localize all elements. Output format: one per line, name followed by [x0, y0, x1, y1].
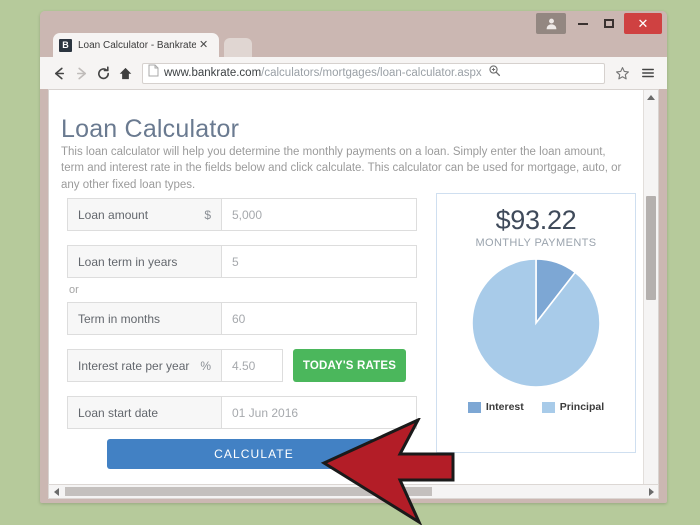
- reload-icon[interactable]: [92, 62, 114, 84]
- input-loan-term-years[interactable]: 5: [221, 245, 417, 278]
- input-loan-amount[interactable]: 5,000: [221, 198, 417, 231]
- field-loan-amount: Loan amount $ 5,000: [67, 198, 417, 231]
- browser-toolbar: www.bankrate.com/calculators/mortgages/l…: [40, 57, 667, 89]
- scroll-up-arrow-icon[interactable]: [644, 90, 658, 104]
- page-document-icon: [148, 64, 159, 82]
- star-icon[interactable]: [611, 62, 633, 84]
- address-bar[interactable]: www.bankrate.com/calculators/mortgages/l…: [142, 62, 605, 84]
- field-label-term-in-months: Term in months: [67, 302, 221, 335]
- legend-item-interest: Interest: [467, 401, 524, 413]
- field-interest-rate: Interest rate per year % 4.50 TODAY'S RA…: [67, 349, 417, 382]
- forward-arrow-icon[interactable]: [70, 62, 92, 84]
- tab-strip: B Loan Calculator - Bankrate ✕: [40, 31, 667, 57]
- scroll-right-arrow-icon[interactable]: [644, 485, 658, 498]
- input-interest-rate[interactable]: 4.50: [221, 349, 283, 382]
- label-text: Interest rate per year: [78, 358, 190, 373]
- minimize-icon: [578, 22, 588, 25]
- todays-rates-button[interactable]: TODAY'S RATES: [293, 349, 406, 382]
- or-divider: or: [69, 284, 79, 296]
- monthly-payment-amount: $93.22: [495, 205, 577, 235]
- tab-favicon-icon: B: [59, 38, 72, 52]
- back-arrow-icon[interactable]: [48, 62, 70, 84]
- loan-form: Loan amount $ 5,000 Loan term in years 5…: [67, 198, 417, 443]
- page-title: Loan Calculator: [61, 114, 240, 143]
- vertical-scrollbar[interactable]: [643, 90, 658, 496]
- label-text: Loan start date: [78, 405, 159, 420]
- hamburger-menu-icon[interactable]: [637, 62, 659, 84]
- input-loan-start-date[interactable]: 01 Jun 2016: [221, 396, 417, 429]
- field-loan-start-date: Loan start date 01 Jun 2016: [67, 396, 417, 429]
- page-content: Loan Calculator This loan calculator wil…: [49, 90, 644, 496]
- new-tab-button[interactable]: [224, 38, 252, 57]
- legend-swatch-principal: [541, 401, 555, 413]
- field-loan-term-years: Loan term in years 5: [67, 245, 417, 278]
- legend-swatch-interest: [467, 401, 481, 413]
- home-icon[interactable]: [114, 62, 136, 84]
- results-panel: $93.22 MONTHLY PAYMENTS Interest Princip…: [436, 193, 636, 453]
- page-viewport: Loan Calculator This loan calculator wil…: [48, 89, 659, 497]
- horizontal-scrollbar[interactable]: [48, 484, 659, 499]
- horizontal-scrollbar-thumb[interactable]: [65, 487, 432, 496]
- legend-item-principal: Principal: [541, 401, 605, 413]
- scroll-left-arrow-icon[interactable]: [49, 485, 63, 498]
- payment-breakdown-pie-chart: [471, 258, 601, 388]
- vertical-scrollbar-thumb[interactable]: [646, 196, 656, 300]
- input-term-in-months[interactable]: 60: [221, 302, 417, 335]
- label-text: Term in months: [78, 311, 161, 326]
- label-text: Loan term in years: [78, 254, 178, 269]
- screenshot-stage: ✕ B Loan Calculator - Bankrate ✕ www.ban…: [0, 0, 700, 525]
- zoom-magnifier-icon[interactable]: [488, 64, 501, 82]
- url-text: www.bankrate.com/calculators/mortgages/l…: [164, 67, 482, 79]
- field-label-loan-amount: Loan amount $: [67, 198, 221, 231]
- close-icon: ✕: [637, 16, 649, 31]
- page-intro-text: This loan calculator will help you deter…: [61, 145, 622, 191]
- browser-window: ✕ B Loan Calculator - Bankrate ✕ www.ban…: [40, 11, 667, 503]
- maximize-icon: [604, 19, 614, 28]
- monthly-payment-caption: MONTHLY PAYMENTS: [475, 237, 597, 249]
- calculate-button[interactable]: CALCULATE: [107, 439, 401, 469]
- browser-tab[interactable]: B Loan Calculator - Bankrate ✕: [53, 33, 219, 57]
- legend-label-principal: Principal: [559, 401, 605, 413]
- pie-chart-legend: Interest Principal: [437, 401, 635, 413]
- currency-symbol: $: [204, 207, 211, 222]
- tab-close-icon[interactable]: ✕: [199, 39, 208, 51]
- pie-chart-svg: [471, 258, 601, 388]
- label-text: Loan amount: [78, 207, 149, 222]
- field-label-loan-term-years: Loan term in years: [67, 245, 221, 278]
- tab-title: Loan Calculator - Bankrate: [78, 39, 196, 51]
- field-label-loan-start-date: Loan start date: [67, 396, 221, 429]
- legend-label-interest: Interest: [485, 401, 524, 413]
- field-label-interest-rate: Interest rate per year %: [67, 349, 221, 382]
- percent-symbol: %: [200, 358, 211, 373]
- field-term-in-months: Term in months 60: [67, 302, 417, 335]
- pie-slice-principal: [471, 258, 601, 388]
